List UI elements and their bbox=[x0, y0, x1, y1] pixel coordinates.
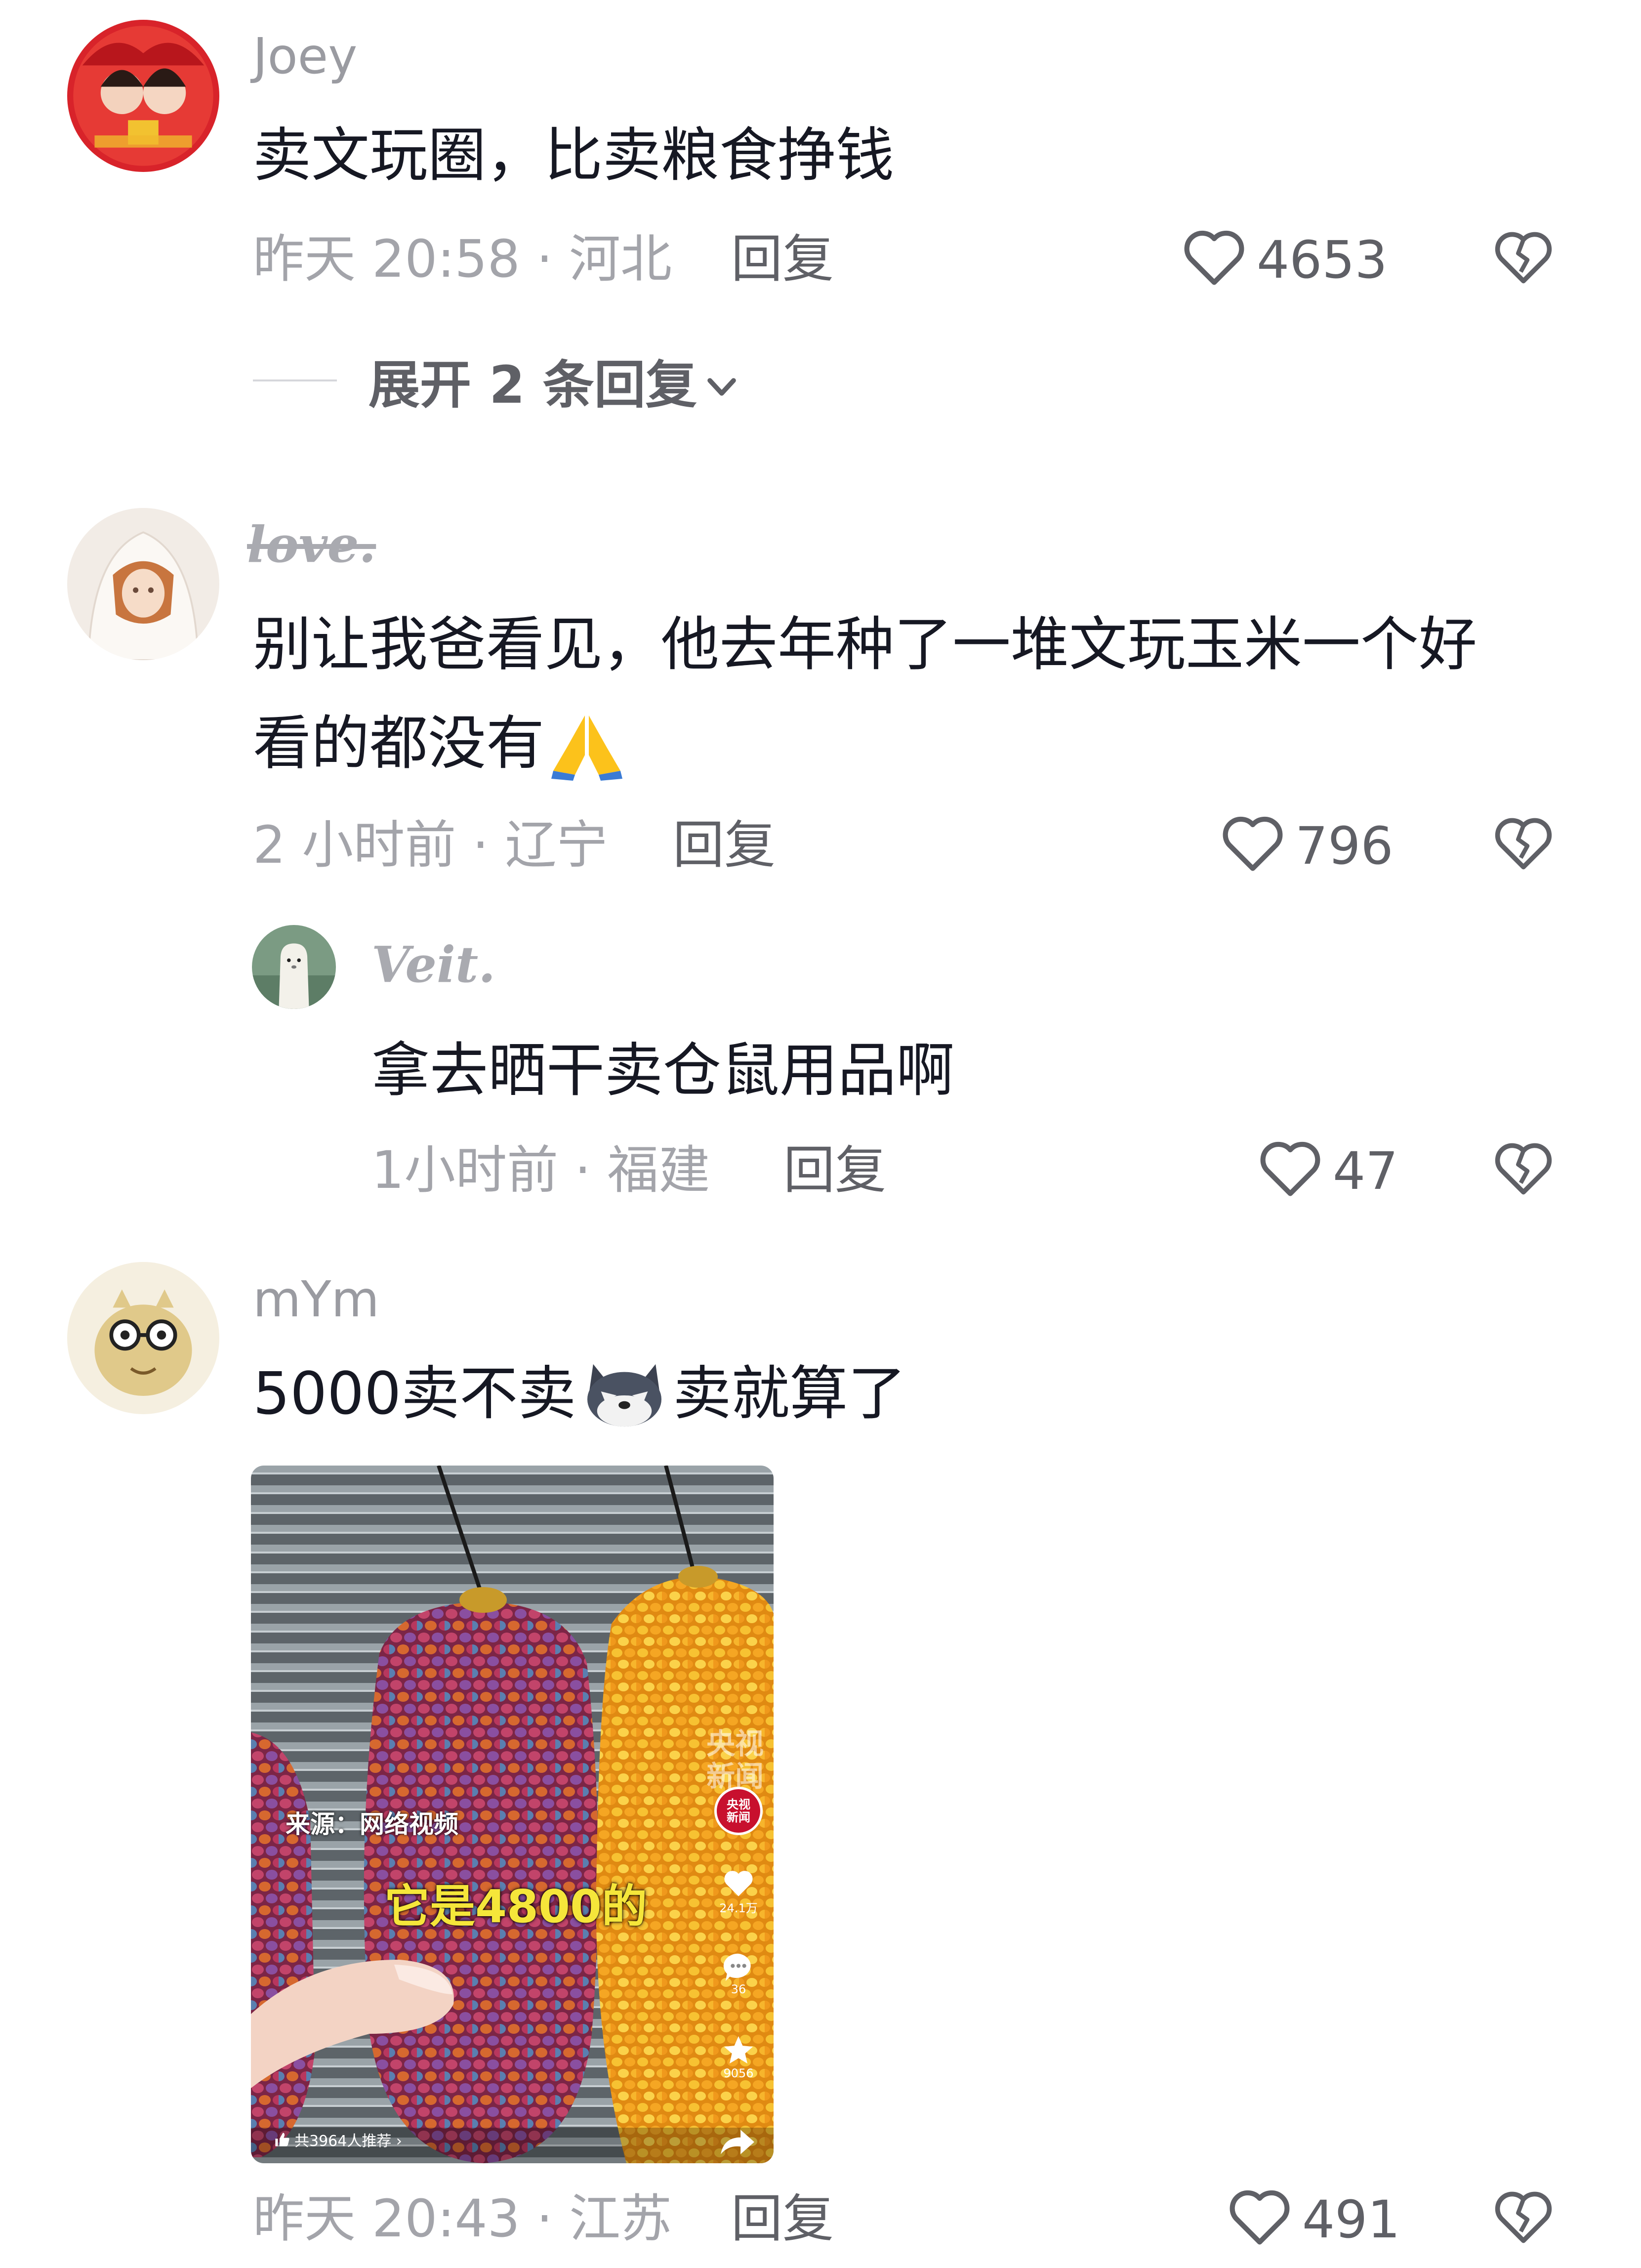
like-count: 491 bbox=[1302, 2189, 1400, 2250]
comment-text: 卖文玩圈，比卖粮食挣钱 bbox=[253, 121, 895, 189]
expand-label: 展开 2 条回复 bbox=[369, 355, 697, 415]
dislike-button[interactable] bbox=[1492, 1137, 1555, 1197]
like-button[interactable]: 47 bbox=[1257, 1136, 1398, 1206]
watermark-line-1: 央视 bbox=[706, 1727, 764, 1761]
like-count: 796 bbox=[1295, 816, 1394, 876]
heart-outline-icon bbox=[1257, 1136, 1333, 1206]
broken-heart-icon bbox=[1492, 226, 1555, 286]
user-avatar[interactable] bbox=[67, 20, 219, 172]
video-watermark: 央视 新闻 bbox=[706, 1727, 764, 1793]
reply-button[interactable]: 回复 bbox=[731, 2193, 834, 2244]
video-comment-action[interactable]: 36 bbox=[711, 1951, 766, 1996]
comment-text-line-2: 看的都没有 bbox=[253, 694, 626, 793]
comment-text-part-1: 5000卖不卖 bbox=[253, 1359, 576, 1428]
video-like-action[interactable]: 24.1万 bbox=[711, 1867, 766, 1916]
badge-line-1: 央视 bbox=[727, 1798, 750, 1811]
user-avatar[interactable] bbox=[67, 1262, 219, 1414]
reply-meta: 1小时前 · 福建 bbox=[371, 1140, 710, 1200]
dislike-button[interactable] bbox=[1492, 226, 1555, 286]
broken-heart-icon bbox=[1492, 812, 1555, 872]
video-source-caption: 来源：网络视频 bbox=[286, 1810, 458, 1839]
divider bbox=[253, 379, 337, 381]
heart-filled-icon bbox=[711, 1867, 766, 1898]
comment-meta: 昨天 20:43 · 江苏 bbox=[253, 2188, 672, 2249]
star-icon bbox=[711, 2035, 766, 2066]
user-avatar[interactable] bbox=[252, 925, 336, 1009]
broken-heart-icon bbox=[1492, 2186, 1555, 2245]
video-share-action[interactable] bbox=[719, 2127, 756, 2157]
reply-button[interactable]: 回复 bbox=[731, 233, 834, 285]
video-subtitle: 它是4800的 bbox=[384, 1880, 648, 1933]
like-button[interactable]: 4653 bbox=[1181, 225, 1388, 294]
folded-hands-emoji bbox=[547, 704, 626, 783]
dislike-button[interactable] bbox=[1492, 812, 1555, 872]
reply-button[interactable]: 回复 bbox=[783, 1144, 886, 1196]
video-thumbnail[interactable]: 来源：网络视频 它是4800的 央视 新闻 央视 新闻 24.1万 36 905 bbox=[251, 1466, 774, 2163]
comment-text: 看的都没有 bbox=[253, 709, 545, 777]
recommend-text: 共3964人推荐 › bbox=[294, 2133, 402, 2150]
chevron-down-icon bbox=[697, 350, 738, 411]
comment-text-line-1: 别让我爸看见，他去年种了一堆文玩玉米一个好 bbox=[253, 610, 1477, 678]
comment-meta: 2 小时前 · 辽宁 bbox=[253, 815, 608, 875]
video-like-count: 24.1万 bbox=[719, 1901, 758, 1915]
badge-line-2: 新闻 bbox=[727, 1810, 750, 1824]
video-comment-count: 36 bbox=[731, 1982, 746, 1996]
share-arrow-icon bbox=[719, 2127, 756, 2157]
reply-button[interactable]: 回复 bbox=[673, 819, 776, 871]
user-avatar[interactable] bbox=[67, 508, 219, 660]
username[interactable]: mYm bbox=[253, 1275, 379, 1324]
video-favorite-count: 9056 bbox=[723, 2066, 754, 2080]
like-button[interactable]: 491 bbox=[1226, 2185, 1400, 2254]
username[interactable]: Joey bbox=[253, 32, 357, 81]
video-favorite-action[interactable]: 9056 bbox=[711, 2035, 766, 2080]
comment-bubble-icon bbox=[711, 1951, 766, 1982]
heart-outline-icon bbox=[1219, 811, 1295, 881]
wolf-face-emoji bbox=[581, 1356, 668, 1430]
heart-outline-icon bbox=[1181, 225, 1257, 294]
channel-badge[interactable]: 央视 新闻 bbox=[714, 1787, 763, 1835]
broken-heart-icon bbox=[1492, 1137, 1555, 1197]
thumbs-up-icon bbox=[274, 2131, 294, 2148]
comment-text-part-2: 卖就算了 bbox=[673, 1359, 906, 1428]
username[interactable]: love. bbox=[247, 520, 376, 569]
dislike-button[interactable] bbox=[1492, 2186, 1555, 2245]
like-button[interactable]: 796 bbox=[1219, 811, 1394, 881]
comment-meta: 昨天 20:58 · 河北 bbox=[253, 229, 672, 289]
like-count: 4653 bbox=[1257, 230, 1388, 290]
username[interactable]: Veit. bbox=[371, 940, 495, 989]
expand-replies-button[interactable]: 展开 2 条回复 bbox=[253, 343, 738, 418]
comment-text: 5000卖不卖 卖就算了 bbox=[253, 1344, 906, 1443]
reply-text: 拿去晒干卖仓鼠用品啊 bbox=[371, 1036, 955, 1104]
heart-outline-icon bbox=[1226, 2185, 1302, 2254]
recommend-bar[interactable]: 共3964人推荐 › bbox=[274, 2129, 402, 2150]
like-count: 47 bbox=[1333, 1141, 1398, 1201]
